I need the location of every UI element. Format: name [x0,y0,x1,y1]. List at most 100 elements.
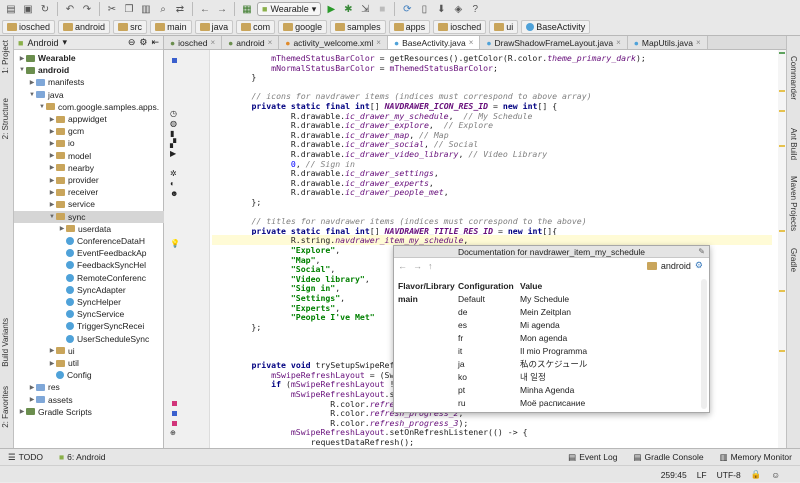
maven-projects-tool-tab[interactable]: Maven Projects [789,176,798,231]
collapsed-arrow-icon[interactable]: ▶ [18,408,26,415]
code-line[interactable]: R.drawable.ic_drawer_video_library, // V… [212,149,547,159]
gradle-console-tool-tab[interactable]: ▤ Gradle Console [625,449,711,465]
sync-gradle-icon[interactable]: ⟳ [400,2,414,16]
up-icon[interactable]: ↑ [428,261,433,271]
tree-item[interactable]: Config [14,369,164,381]
tree-item[interactable]: EventFeedbackAp [14,247,164,259]
tree-item[interactable]: ▶ service [14,198,164,210]
popup-scrollbar[interactable] [701,279,707,409]
build-variants-tool-tab[interactable]: Build Variants [1,318,10,367]
tree-item[interactable]: SyncService [14,308,164,320]
tree-item[interactable]: SyncAdapter [14,284,164,296]
warning-marker[interactable] [779,290,785,292]
gear-icon[interactable]: ⚙ [695,260,703,271]
code-line[interactable]: // icons for navdrawer items (indices mu… [212,91,591,101]
breadcrumb-item[interactable]: main [150,20,192,34]
code-line[interactable]: "Social", [212,264,335,274]
line-separator[interactable]: LF [697,470,707,480]
code-line[interactable]: R.drawable.ic_drawer_map, // Map [212,130,449,140]
collapse-all-icon[interactable]: ⊖ [128,37,136,48]
undo-icon[interactable]: ↶ [63,2,77,16]
breadcrumb-item[interactable]: ui [489,20,519,34]
gradle-tool-tab[interactable]: Gradle [789,248,798,272]
structure-tool-tab[interactable]: 2: Structure [1,98,10,139]
editor-tab[interactable]: ● MapUtils.java × [627,36,708,49]
make-icon[interactable]: ▦ [240,2,254,16]
attach-debugger-icon[interactable]: ⇲ [358,2,372,16]
event-log-tool-tab[interactable]: ▤ Event Log [560,449,625,465]
tree-item[interactable]: ▶ receiver [14,186,164,198]
collapsed-arrow-icon[interactable]: ▶ [28,396,36,403]
breadcrumb-item[interactable]: iosched [433,20,487,34]
warning-marker[interactable] [779,350,785,352]
close-icon[interactable]: × [210,38,215,47]
tree-item[interactable]: ▶ Gradle Scripts [14,406,164,418]
code-line[interactable]: "Video library", [212,274,370,284]
android-tool-tab[interactable]: ■ 6: Android [51,449,113,465]
paste-icon[interactable]: ▥ [139,2,153,16]
close-icon[interactable]: × [696,38,701,47]
breadcrumb-item[interactable]: iosched [2,20,56,34]
close-icon[interactable]: × [616,38,621,47]
forward-icon[interactable]: → [215,2,229,16]
tree-item[interactable]: ▶ manifests [14,76,164,88]
code-line[interactable]: R.drawable.ic_drawer_settings, [212,168,439,178]
tree-item[interactable]: ▶ assets [14,394,164,406]
code-line[interactable]: "Settings", [212,293,345,303]
expanded-arrow-icon[interactable]: ▼ [28,92,36,98]
tree-item[interactable]: ▶ model [14,150,164,162]
inspector-icon[interactable]: ☺ [771,470,780,480]
commander-tool-tab[interactable]: Commander [789,56,798,100]
forward-icon[interactable]: → [413,261,422,271]
code-line[interactable]: mNormalStatusBarColor = mThemedStatusBar… [212,63,498,73]
sync-icon[interactable]: ↻ [38,2,52,16]
back-icon[interactable]: ← [198,2,212,16]
tree-item[interactable]: ▶ ui [14,345,164,357]
code-line[interactable]: }; [212,322,261,332]
close-icon[interactable]: × [268,38,273,47]
code-line[interactable]: "People I've Met" [212,312,375,322]
save-icon[interactable]: ▣ [21,2,35,16]
editor-tab[interactable]: ● DrawShadowFrameLayout.java × [480,36,628,49]
todo-tool-tab[interactable]: ☰ TODO [0,449,51,465]
expanded-arrow-icon[interactable]: ▼ [38,104,46,110]
tree-item[interactable]: ▶ userdata [14,223,164,235]
collapsed-arrow-icon[interactable]: ▶ [18,55,26,62]
collapsed-arrow-icon[interactable]: ▶ [48,116,56,123]
code-line[interactable]: mThemedStatusBarColor = getResources().g… [212,53,646,63]
open-icon[interactable]: ▤ [4,2,18,16]
tree-item[interactable]: SyncHelper [14,296,164,308]
code-line[interactable]: "Map", [212,255,321,265]
code-line[interactable]: } [212,72,256,82]
code-line[interactable]: requestDataRefresh(); [212,437,415,447]
tree-item[interactable]: TriggerSyncRecei [14,320,164,332]
collapsed-arrow-icon[interactable]: ▶ [28,384,36,391]
tree-item[interactable]: ▶ nearby [14,162,164,174]
editor-tab[interactable]: ● BaseActivity.java × [387,36,481,49]
collapsed-arrow-icon[interactable]: ▶ [48,360,56,367]
pin-icon[interactable]: ✎ [698,246,705,258]
debug-icon[interactable]: ✱ [341,2,355,16]
expanded-arrow-icon[interactable]: ▼ [48,214,56,220]
stop-icon[interactable]: ■ [375,2,389,16]
favorites-tool-tab[interactable]: 2: Favorites [1,386,10,428]
gear-icon[interactable]: ⚙ [139,37,147,48]
run-icon[interactable]: ▶ [324,2,338,16]
collapsed-arrow-icon[interactable]: ▶ [48,164,56,171]
tree-item[interactable]: ▼ java [14,89,164,101]
avd-manager-icon[interactable]: ▯ [417,2,431,16]
code-line[interactable]: private static final int[] NAVDRAWER_TIT… [212,226,557,236]
collapsed-arrow-icon[interactable]: ▶ [48,201,56,208]
back-icon[interactable]: ← [398,261,407,271]
lock-icon[interactable]: 🔒 [751,469,762,480]
hide-panel-icon[interactable]: ⇤ [151,37,159,48]
find-icon[interactable]: ⌕ [156,2,170,16]
code-line[interactable]: private static final int[] NAVDRAWER_ICO… [212,101,557,111]
tree-item[interactable]: ▶ appwidget [14,113,164,125]
code-line[interactable]: mSwipeRefreshLayout.setOnRefreshListener… [212,427,528,437]
collapsed-arrow-icon[interactable]: ▶ [48,128,56,135]
code-line[interactable]: R.drawable.ic_drawer_people_met, [212,187,449,197]
code-line[interactable]: R.drawable.ic_drawer_social, // Social [212,139,478,149]
monitor-icon[interactable]: ◈ [451,2,465,16]
code-line[interactable]: 0, // Sign in [212,159,355,169]
